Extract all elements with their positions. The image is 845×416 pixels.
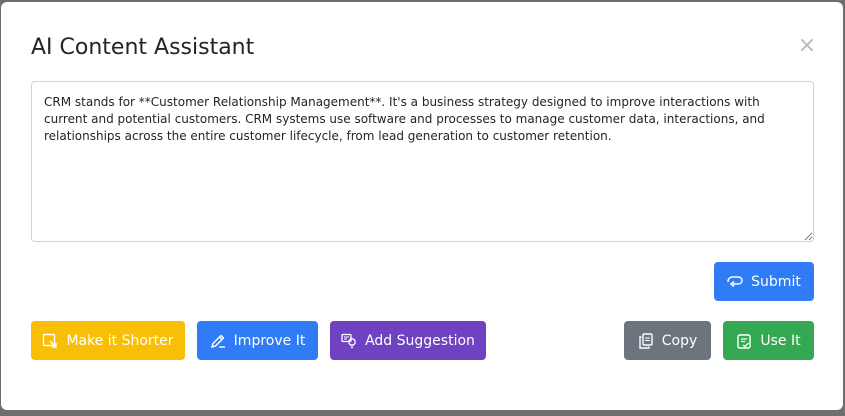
add-suggestion-label: Add Suggestion — [365, 332, 475, 349]
submit-label: Submit — [751, 273, 801, 290]
send-icon — [727, 274, 743, 290]
dialog-title: AI Content Assistant — [31, 35, 255, 60]
use-it-button[interactable]: Use It — [723, 321, 814, 360]
copy-label: Copy — [661, 332, 698, 349]
make-shorter-label: Make it Shorter — [66, 332, 174, 349]
clipboard-check-icon — [736, 333, 752, 349]
ai-content-assistant-dialog: AI Content Assistant × CRM stands for **… — [1, 2, 843, 410]
submit-button[interactable]: Submit — [714, 262, 814, 301]
copy-button[interactable]: Copy — [624, 321, 711, 360]
close-icon[interactable]: × — [797, 35, 817, 57]
add-suggestion-button[interactable]: Add Suggestion — [330, 321, 486, 360]
content-textarea[interactable]: CRM stands for **Customer Relationship M… — [31, 81, 814, 242]
improve-it-button[interactable]: Improve It — [197, 321, 318, 360]
edit-icon — [210, 333, 226, 349]
make-shorter-button[interactable]: Make it Shorter — [31, 321, 185, 360]
improve-it-label: Improve It — [233, 332, 306, 349]
copy-icon — [638, 332, 654, 349]
lightbulb-icon — [341, 333, 357, 349]
shrink-icon — [42, 333, 58, 349]
use-it-label: Use It — [760, 332, 801, 349]
